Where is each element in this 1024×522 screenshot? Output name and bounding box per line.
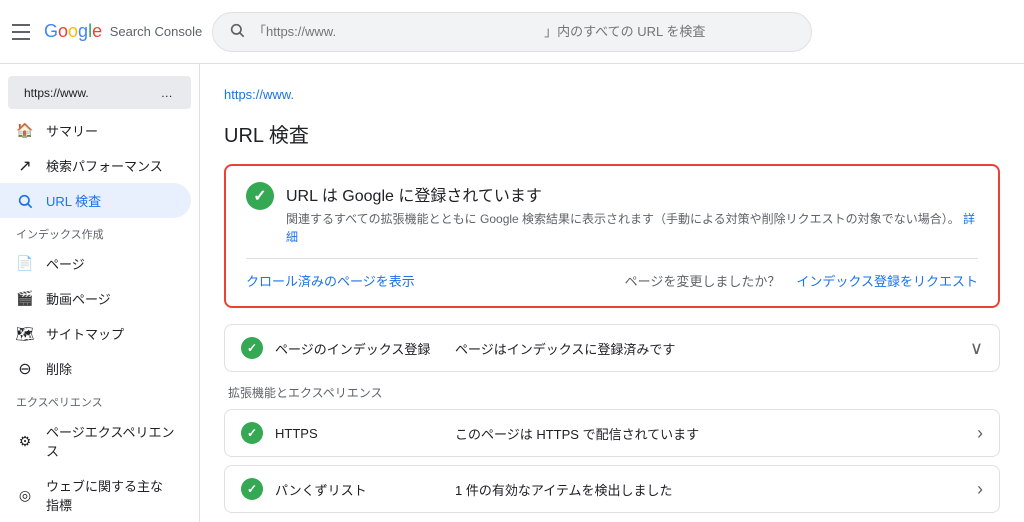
url-bar: https://www. bbox=[224, 80, 1000, 107]
sidebar-item-label: サマリー bbox=[46, 121, 98, 140]
search-bar[interactable] bbox=[212, 12, 812, 52]
layout: https://www. 🏠 サマリー ↗ 検索パフォーマンス URL 検査 イ… bbox=[0, 64, 1024, 522]
google-logo: Google bbox=[44, 21, 102, 42]
status-action-right: ページを変更しましたか？ インデックス登録をリクエスト bbox=[625, 271, 978, 290]
sidebar-item-pages[interactable]: 📄 ページ bbox=[0, 246, 191, 281]
topbar-left: Google Search Console bbox=[12, 20, 212, 44]
app-title: Search Console bbox=[110, 24, 203, 39]
status-check-icon bbox=[246, 182, 274, 210]
breadcrumbs-check-icon bbox=[241, 478, 263, 500]
sidebar-item-label: ウェブに関する主な指標 bbox=[46, 476, 175, 514]
sidebar-item-page-experience[interactable]: ⚙ ページエクスペリエンス bbox=[0, 414, 191, 468]
sidebar-item-video-pages[interactable]: 🎬 動画ページ bbox=[0, 281, 191, 316]
sidebar-item-url-inspection[interactable]: URL 検査 bbox=[0, 183, 191, 218]
main-content: https://www. URL 検査 URL は Google に登録されてい… bbox=[200, 64, 1024, 522]
index-registration-row[interactable]: ページのインデックス登録 ページはインデックスに登録済みです ∨ bbox=[224, 324, 1000, 372]
performance-icon: ↗ bbox=[16, 157, 34, 175]
index-registration-value: ページはインデックスに登録済みです bbox=[455, 339, 970, 358]
https-row-value: このページは HTTPS で配信されています bbox=[455, 424, 977, 443]
sidebar-item-label: ページ bbox=[46, 254, 85, 273]
topbar: Google Search Console bbox=[0, 0, 1024, 64]
sidebar-item-label: ページエクスペリエンス bbox=[46, 422, 175, 460]
https-row-label: HTTPS bbox=[275, 426, 455, 441]
index-check-icon bbox=[241, 337, 263, 359]
breadcrumbs-chevron-icon: › bbox=[977, 479, 983, 500]
extensions-section-label: 拡張機能とエクスペリエンス bbox=[224, 384, 1000, 401]
status-card-actions: クロール済みのページを表示 ページを変更しましたか？ インデックス登録をリクエス… bbox=[246, 258, 978, 290]
page-exp-icon: ⚙ bbox=[16, 432, 34, 450]
sidebar-item-label: URL 検査 bbox=[46, 191, 101, 210]
sidebar-item-core-web-vitals[interactable]: ◎ ウェブに関する主な指標 bbox=[0, 468, 191, 522]
sidebar-property: https://www. bbox=[8, 76, 191, 109]
search-icon bbox=[229, 22, 245, 41]
sidebar-item-sitemap[interactable]: 🗺 サイトマップ bbox=[0, 316, 191, 351]
request-index-button[interactable]: インデックス登録をリクエスト bbox=[796, 271, 978, 290]
sidebar-item-performance[interactable]: ↗ 検索パフォーマンス bbox=[0, 148, 191, 183]
sidebar: https://www. 🏠 サマリー ↗ 検索パフォーマンス URL 検査 イ… bbox=[0, 64, 200, 522]
https-info-row[interactable]: HTTPS このページは HTTPS で配信されています › bbox=[224, 409, 1000, 457]
crawled-page-button[interactable]: クロール済みのページを表示 bbox=[246, 271, 415, 290]
sidebar-item-label: サイトマップ bbox=[46, 324, 124, 343]
status-card-header: URL は Google に登録されています 関連するすべての拡張機能とともに … bbox=[246, 182, 978, 246]
status-text-block: URL は Google に登録されています 関連するすべての拡張機能とともに … bbox=[286, 182, 978, 246]
sidebar-item-removal[interactable]: ⊖ 削除 bbox=[0, 351, 191, 386]
breadcrumbs-info-row[interactable]: パンくずリスト 1 件の有効なアイテムを検出しました › bbox=[224, 465, 1000, 513]
removal-icon: ⊖ bbox=[16, 360, 34, 378]
sidebar-item-label: 動画ページ bbox=[46, 289, 111, 308]
index-chevron-icon: ∨ bbox=[970, 338, 983, 359]
core-vitals-icon: ◎ bbox=[16, 486, 34, 504]
menu-icon[interactable] bbox=[12, 20, 36, 44]
status-desc: 関連するすべての拡張機能とともに Google 検索結果に表示されます（手動によ… bbox=[286, 210, 978, 246]
search-input[interactable] bbox=[253, 24, 795, 39]
url-inspect-icon bbox=[16, 192, 34, 210]
sidebar-item-label: 削除 bbox=[46, 359, 72, 378]
pages-icon: 📄 bbox=[16, 255, 34, 273]
breadcrumbs-row-value: 1 件の有効なアイテムを検出しました bbox=[455, 480, 977, 499]
breadcrumbs-row-label: パンくずリスト bbox=[275, 480, 455, 499]
sidebar-item-label: 検索パフォーマンス bbox=[46, 156, 163, 175]
sidebar-section-experience: エクスペリエンス bbox=[0, 386, 199, 414]
sitemap-icon: 🗺 bbox=[16, 325, 34, 343]
https-chevron-icon: › bbox=[977, 423, 983, 444]
page-changed-label: ページを変更しましたか？ bbox=[625, 271, 781, 290]
sidebar-item-summary[interactable]: 🏠 サマリー bbox=[0, 113, 191, 148]
status-title: URL は Google に登録されています bbox=[286, 182, 978, 206]
video-icon: 🎬 bbox=[16, 290, 34, 308]
status-card: URL は Google に登録されています 関連するすべての拡張機能とともに … bbox=[224, 164, 1000, 308]
index-registration-label: ページのインデックス登録 bbox=[275, 339, 455, 358]
sidebar-section-index: インデックス作成 bbox=[0, 218, 199, 246]
home-icon: 🏠 bbox=[16, 122, 34, 140]
https-check-icon bbox=[241, 422, 263, 444]
page-title: URL 検査 bbox=[224, 119, 1000, 148]
